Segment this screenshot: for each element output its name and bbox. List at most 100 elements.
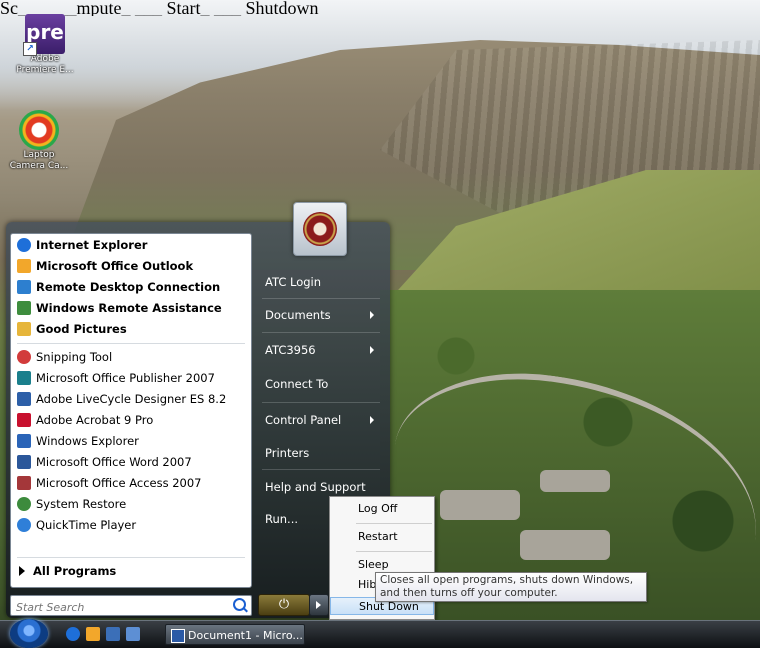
divider bbox=[262, 469, 380, 470]
menu-item-atc-login[interactable]: ATC Login bbox=[258, 269, 384, 295]
divider bbox=[17, 343, 245, 344]
divider bbox=[356, 523, 432, 524]
quicklaunch-ie-icon[interactable] bbox=[66, 627, 80, 641]
user-picture[interactable] bbox=[293, 202, 347, 256]
quicklaunch-switch-windows-icon[interactable] bbox=[126, 627, 140, 641]
divider bbox=[262, 332, 380, 333]
menu-item-livecycle[interactable]: Adobe LiveCycle Designer ES 8.2 bbox=[17, 389, 226, 409]
menu-item-label: Microsoft Office Outlook bbox=[36, 259, 194, 273]
outlook-icon bbox=[17, 259, 31, 273]
menu-item-internet-explorer[interactable]: Internet Explorer bbox=[17, 235, 147, 255]
shutdown-options-arrow-button[interactable] bbox=[309, 594, 329, 616]
menu-item-publisher[interactable]: Microsoft Office Publisher 2007 bbox=[17, 368, 215, 388]
start-search-box[interactable] bbox=[10, 595, 252, 617]
menu-item-label: Microsoft Office Word 2007 bbox=[36, 455, 192, 469]
shutdown-tooltip: Closes all open programs, shuts down Win… bbox=[375, 572, 647, 602]
quicktime-icon bbox=[17, 518, 31, 532]
acrobat-icon bbox=[17, 413, 31, 427]
desktop-icon-premiere[interactable]: pre ↗ Adobe Premiere E... bbox=[12, 14, 78, 76]
menu-item-label: Internet Explorer bbox=[36, 238, 148, 252]
menu-item-remote-desktop[interactable]: Remote Desktop Connection bbox=[17, 277, 220, 297]
menu-item-atc3956[interactable]: ATC3956 bbox=[258, 337, 384, 363]
divider bbox=[262, 298, 380, 299]
menu-item-label: Adobe Acrobat 9 Pro bbox=[36, 413, 154, 427]
divider bbox=[262, 402, 380, 403]
quicklaunch-show-desktop-icon[interactable] bbox=[106, 627, 120, 641]
all-programs-button[interactable]: All Programs bbox=[19, 564, 116, 578]
submenu-arrow-icon bbox=[370, 311, 374, 319]
menu-item-documents[interactable]: Documents bbox=[258, 302, 384, 328]
menu-item-windows-explorer[interactable]: Windows Explorer bbox=[17, 431, 139, 451]
menu-item-connect-to[interactable]: Connect To bbox=[258, 371, 384, 397]
menu-item-label: Windows Remote Assistance bbox=[36, 301, 222, 315]
start-menu-programs-pane: Internet Explorer Microsoft Office Outlo… bbox=[10, 233, 252, 588]
submenu-item-log-off[interactable]: Log Off bbox=[330, 500, 434, 518]
quicklaunch-outlook-icon[interactable] bbox=[86, 627, 100, 641]
menu-item-label: Adobe LiveCycle Designer ES 8.2 bbox=[36, 392, 227, 406]
menu-item-system-restore[interactable]: System Restore bbox=[17, 494, 126, 514]
power-button[interactable]: ⏻ bbox=[258, 594, 310, 616]
livecycle-icon bbox=[17, 392, 31, 406]
seal-icon bbox=[303, 212, 337, 246]
menu-item-label: Remote Desktop Connection bbox=[36, 280, 221, 294]
parking-lot bbox=[520, 530, 610, 560]
snipping-tool-icon bbox=[17, 350, 31, 364]
desktop-icon-label: Adobe Premiere E... bbox=[16, 54, 74, 75]
menu-item-label: System Restore bbox=[36, 497, 127, 511]
submenu-arrow-icon bbox=[370, 416, 374, 424]
menu-item-label: Microsoft Office Access 2007 bbox=[36, 476, 202, 490]
folder-icon bbox=[17, 322, 31, 336]
menu-item-label: ATC3956 bbox=[265, 343, 316, 357]
menu-item-label: Microsoft Office Publisher 2007 bbox=[36, 371, 215, 385]
internet-explorer-icon bbox=[17, 238, 31, 252]
explorer-icon bbox=[17, 434, 31, 448]
menu-item-outlook[interactable]: Microsoft Office Outlook bbox=[17, 256, 193, 276]
remote-desktop-icon bbox=[17, 280, 31, 294]
word-document-icon bbox=[171, 629, 185, 643]
taskbar-window-button[interactable]: Document1 - Micro... bbox=[165, 624, 305, 645]
menu-item-printers[interactable]: Printers bbox=[258, 440, 384, 466]
divider bbox=[17, 557, 245, 558]
access-icon bbox=[17, 476, 31, 490]
menu-item-label: Help and Support bbox=[265, 480, 366, 494]
menu-item-label: Snipping Tool bbox=[36, 350, 113, 364]
remote-assistance-icon bbox=[17, 301, 31, 315]
menu-item-label: Connect To bbox=[265, 377, 329, 391]
shortcut-arrow-icon: ↗ bbox=[23, 42, 37, 56]
expand-arrow-icon bbox=[19, 566, 25, 576]
menu-item-remote-assistance[interactable]: Windows Remote Assistance bbox=[17, 298, 222, 318]
taskbar-window-label: Document1 - Micro... bbox=[188, 629, 303, 642]
menu-item-label: Documents bbox=[265, 308, 331, 322]
menu-item-label: Printers bbox=[265, 446, 310, 460]
menu-item-access[interactable]: Microsoft Office Access 2007 bbox=[17, 473, 202, 493]
menu-item-control-panel[interactable]: Control Panel bbox=[258, 407, 384, 433]
parking-lot bbox=[540, 470, 610, 492]
start-search-input[interactable] bbox=[11, 598, 218, 617]
submenu-item-restart[interactable]: Restart bbox=[330, 528, 434, 546]
desktop-icon-label: Laptop Camera Ca... bbox=[9, 150, 69, 171]
menu-item-label: ATC Login bbox=[265, 275, 322, 289]
search-icon[interactable] bbox=[233, 598, 246, 611]
menu-item-label: Windows Explorer bbox=[36, 434, 139, 448]
submenu-arrow-icon bbox=[370, 346, 374, 354]
start-orb-button[interactable] bbox=[10, 619, 48, 648]
premiere-icon: pre ↗ bbox=[23, 14, 65, 56]
menu-item-good-pictures[interactable]: Good Pictures bbox=[17, 319, 127, 339]
menu-item-label: QuickTime Player bbox=[36, 518, 137, 532]
menu-item-quicktime[interactable]: QuickTime Player bbox=[17, 515, 136, 535]
all-programs-label: All Programs bbox=[33, 564, 117, 578]
menu-item-snipping-tool[interactable]: Snipping Tool bbox=[17, 347, 112, 367]
system-restore-icon bbox=[17, 497, 31, 511]
parking-lot bbox=[440, 490, 520, 520]
publisher-icon bbox=[17, 371, 31, 385]
camera-icon bbox=[19, 110, 59, 150]
menu-item-label: Good Pictures bbox=[36, 322, 127, 336]
menu-item-label: Control Panel bbox=[265, 413, 342, 427]
menu-item-label: Run... bbox=[265, 512, 299, 526]
menu-item-acrobat[interactable]: Adobe Acrobat 9 Pro bbox=[17, 410, 153, 430]
desktop-icon-laptop-camera[interactable]: Laptop Camera Ca... bbox=[6, 110, 72, 172]
menu-item-word[interactable]: Microsoft Office Word 2007 bbox=[17, 452, 192, 472]
word-icon bbox=[17, 455, 31, 469]
divider bbox=[356, 551, 432, 552]
power-icon: ⏻ bbox=[278, 597, 290, 612]
